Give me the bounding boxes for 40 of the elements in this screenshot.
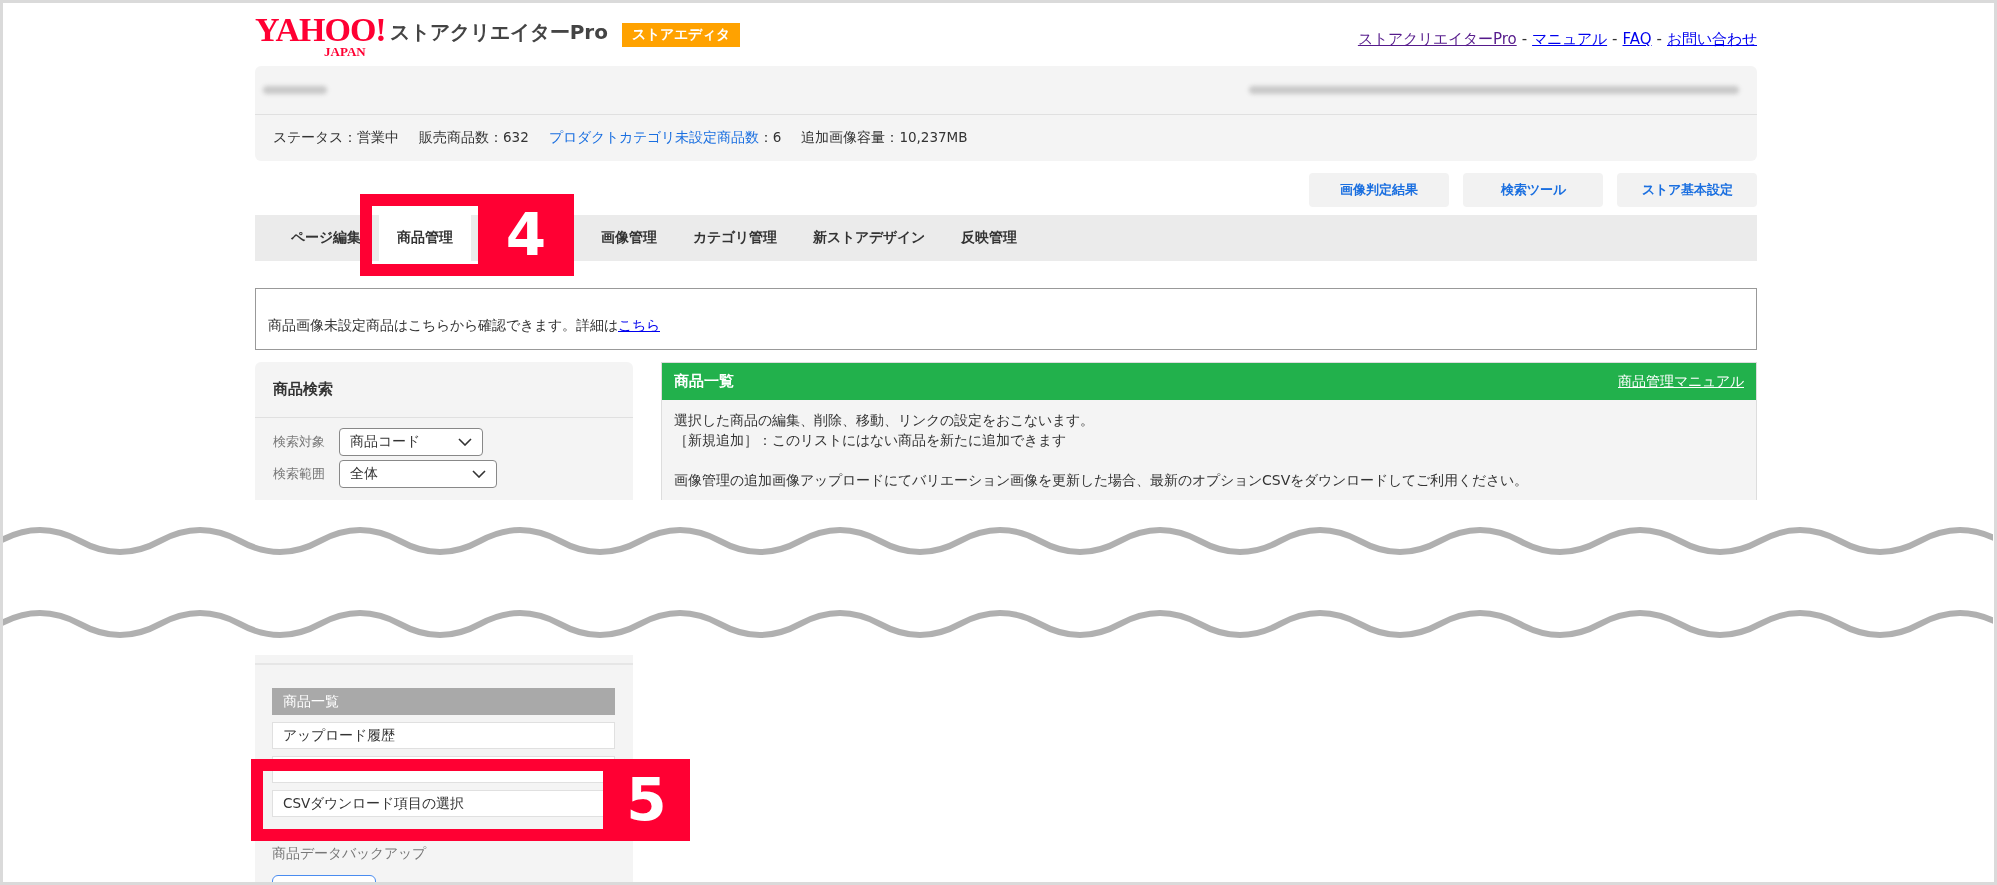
dropdown[interactable]: 全体 (339, 460, 497, 488)
logo: YAHOO! JAPAN (255, 13, 386, 58)
description-text: 画像管理の追加画像アップロードにてバリエーション画像を更新した場合、最新のオプションCSVをダウンロードしてご利用ください。 (674, 471, 1530, 490)
status-text: 追加画像容量：10,237MB (801, 129, 968, 147)
status-link[interactable]: プロダクトカテゴリ未設定商品数 (548, 129, 759, 145)
tool-button[interactable]: 検索ツール (1463, 173, 1603, 207)
notice-text: 商品画像未設定商品はこちらから確認できます。詳細は こちら (268, 317, 660, 335)
product-title: ストアクリエイターPro (389, 19, 608, 46)
tool-button[interactable]: 画像判定結果 (1309, 173, 1449, 207)
nav-tab[interactable]: ページ編集 (273, 215, 379, 261)
header-link[interactable]: マニュアル (1532, 30, 1608, 49)
chevron-down-icon (472, 470, 486, 478)
link-separator: - (1612, 30, 1618, 49)
status-value: ：6 (758, 129, 782, 145)
link-separator: - (1521, 30, 1528, 49)
nav-tab[interactable]: 新ストアデザイン (795, 215, 943, 261)
panel-title: 商品一覧 (674, 372, 734, 391)
nav-tab[interactable]: 画像管理 (583, 215, 675, 261)
status-text: 販売商品数：632 (419, 129, 529, 147)
field-label: 検索範囲 (273, 465, 325, 483)
description-text: ［新規追加］：このリストにはない商品を新たに追加できます (674, 431, 1067, 450)
field-label: 検索対象 (273, 433, 325, 451)
section-label: 商品データバックアップ (272, 845, 428, 863)
redacted-text (263, 86, 327, 94)
status-text: ステータス：営業中 (273, 129, 399, 147)
nav-tab[interactable]: 商品管理 (379, 215, 471, 261)
description-text: 選択した商品の編集、削除、移動、リンクの設定をおこないます。 (674, 411, 1095, 430)
nav-tab[interactable]: 反映管理 (943, 215, 1035, 261)
header-link[interactable]: ストアクリエイターPro (1357, 30, 1517, 49)
nav-tab[interactable]: カテゴリ管理 (675, 215, 795, 261)
dropdown[interactable]: 商品コード (339, 428, 483, 456)
link-separator: - (1656, 30, 1662, 49)
notice-link[interactable]: こちら (618, 317, 660, 333)
header-link[interactable]: お問い合わせ (1667, 30, 1757, 49)
panel-title: 商品検索 (255, 362, 633, 418)
header-link[interactable]: FAQ (1622, 30, 1652, 49)
tool-button[interactable]: ストア基本設定 (1617, 173, 1757, 207)
editor-badge: ストアエディタ (621, 23, 740, 47)
chevron-down-icon (458, 438, 472, 446)
side-menu-item[interactable]: アップロード履歴 (272, 722, 615, 749)
